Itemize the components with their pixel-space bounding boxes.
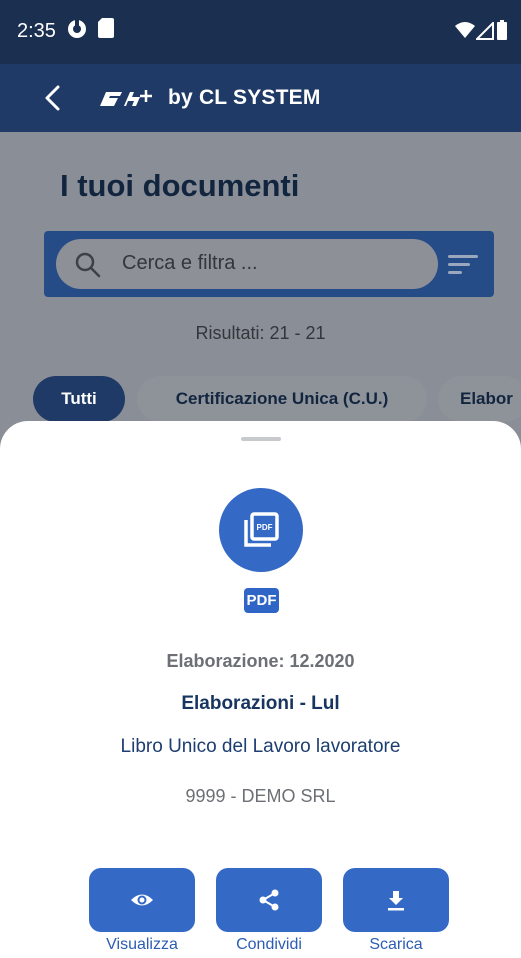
download-icon (388, 891, 404, 911)
brand-label: by CL SYSTEM (168, 86, 321, 109)
signal-icon (476, 22, 494, 40)
back-arrow-icon[interactable] (36, 80, 72, 116)
tab-tutti[interactable]: Tutti (33, 376, 125, 422)
document-company: 9999 - DEMO SRL (185, 786, 336, 806)
status-time: 2:35 (17, 20, 56, 42)
download-button[interactable] (343, 868, 449, 932)
share-button[interactable] (216, 868, 322, 932)
wifi-icon (455, 22, 475, 38)
download-button-label[interactable]: Scarica (326, 936, 466, 954)
data-saver-icon (68, 20, 86, 38)
document-category: Elaborazioni - Lul (181, 693, 340, 714)
share-button-label[interactable]: Condividi (199, 936, 339, 954)
eye-icon (131, 894, 153, 906)
share-icon (259, 889, 279, 911)
sh-logo-icon (100, 90, 152, 106)
tab-certificazione-unica[interactable]: Certificazione Unica (C.U.) (137, 376, 427, 422)
sheet-drag-handle[interactable] (241, 437, 281, 441)
file-type-badge: PDF (244, 588, 279, 613)
view-button[interactable] (89, 868, 195, 932)
search-input[interactable]: Cerca e filtra ... (56, 239, 438, 289)
filter-icon[interactable] (446, 252, 480, 278)
battery-icon (497, 20, 507, 40)
sd-card-icon (98, 18, 114, 38)
view-button-label[interactable]: Visualizza (72, 936, 212, 954)
document-avatar: PDF (219, 488, 303, 572)
document-period: Elaborazione: 12.2020 (166, 651, 355, 671)
page-title: I tuoi documenti (60, 168, 300, 203)
results-count: Risultati: 21 - 21 (195, 323, 326, 343)
pdf-file-icon: PDF (244, 512, 279, 547)
document-description: Libro Unico del Lavoro lavoratore (120, 736, 401, 757)
search-icon (75, 252, 101, 278)
svg-text:PDF: PDF (257, 523, 273, 532)
tab-elaborazioni[interactable]: Elabor (438, 376, 521, 422)
search-placeholder: Cerca e filtra ... (122, 252, 258, 274)
status-bar: 2:35 (0, 0, 521, 64)
app-bar: by CL SYSTEM (0, 64, 521, 132)
